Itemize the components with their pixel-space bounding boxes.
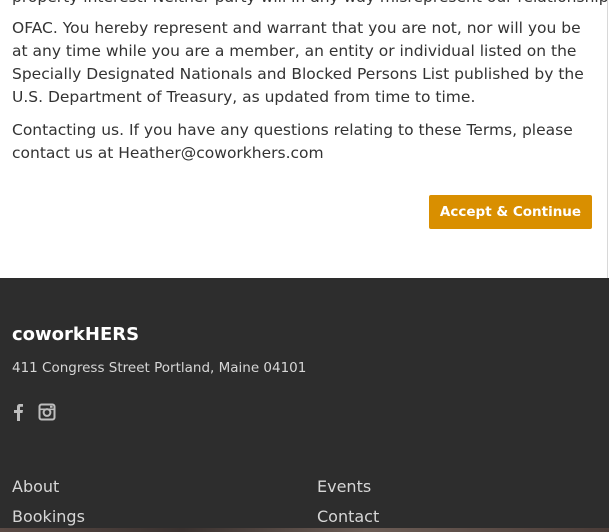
site-footer: coworkHERS 411 Congress Street Portland,… [0,278,609,532]
footer-link-about[interactable]: About [12,477,59,496]
ofac-paragraph: OFAC. You hereby represent and warrant t… [12,19,584,106]
footer-brand: coworkHERS [12,324,140,345]
footer-link-contact[interactable]: Contact [317,507,379,526]
terms-panel: property interest. Neither party will in… [0,0,608,278]
footer-link-bookings[interactable]: Bookings [12,507,85,526]
instagram-icon[interactable] [38,400,56,424]
footer-image-strip [0,528,609,532]
facebook-icon[interactable] [12,400,24,424]
terms-partial-paragraph: property interest. Neither party will in… [12,0,607,9]
footer-link-events[interactable]: Events [317,477,371,496]
contact-paragraph: Contacting us. If you have any questions… [12,121,573,162]
accept-continue-button[interactable]: Accept & Continue [429,195,592,229]
footer-address: 411 Congress Street Portland, Maine 0410… [12,360,307,376]
